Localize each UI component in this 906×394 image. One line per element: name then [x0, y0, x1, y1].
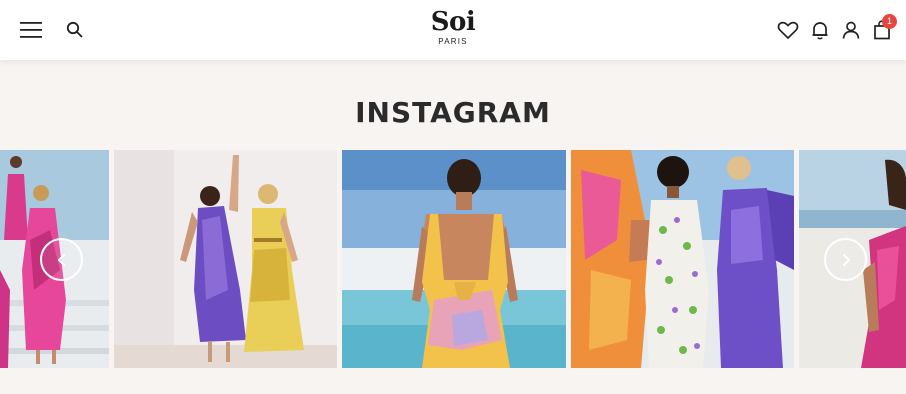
yellow-backless-dress-pool-photo[interactable] — [342, 150, 566, 368]
two-models-purple-yellow-dresses-photo[interactable] — [114, 150, 337, 368]
carousel-prev-button[interactable] — [40, 238, 83, 281]
heart-icon[interactable] — [776, 18, 800, 42]
carousel-next-button[interactable] — [824, 238, 867, 281]
bell-icon[interactable] — [808, 18, 832, 42]
user-icon[interactable] — [839, 18, 863, 42]
site-header: Soi PARIS 1 — [0, 0, 906, 60]
three-models-printed-dresses-photo[interactable] — [571, 150, 794, 368]
brand-name: Soi — [430, 7, 476, 37]
chevron-right-icon — [843, 254, 850, 266]
instagram-section-title: INSTAGRAM — [355, 96, 551, 129]
brand-logo[interactable]: Soi PARIS — [0, 8, 906, 46]
chevron-left-icon — [58, 254, 65, 266]
brand-subtitle: PARIS — [438, 37, 468, 46]
cart-count-badge: 1 — [882, 14, 897, 29]
